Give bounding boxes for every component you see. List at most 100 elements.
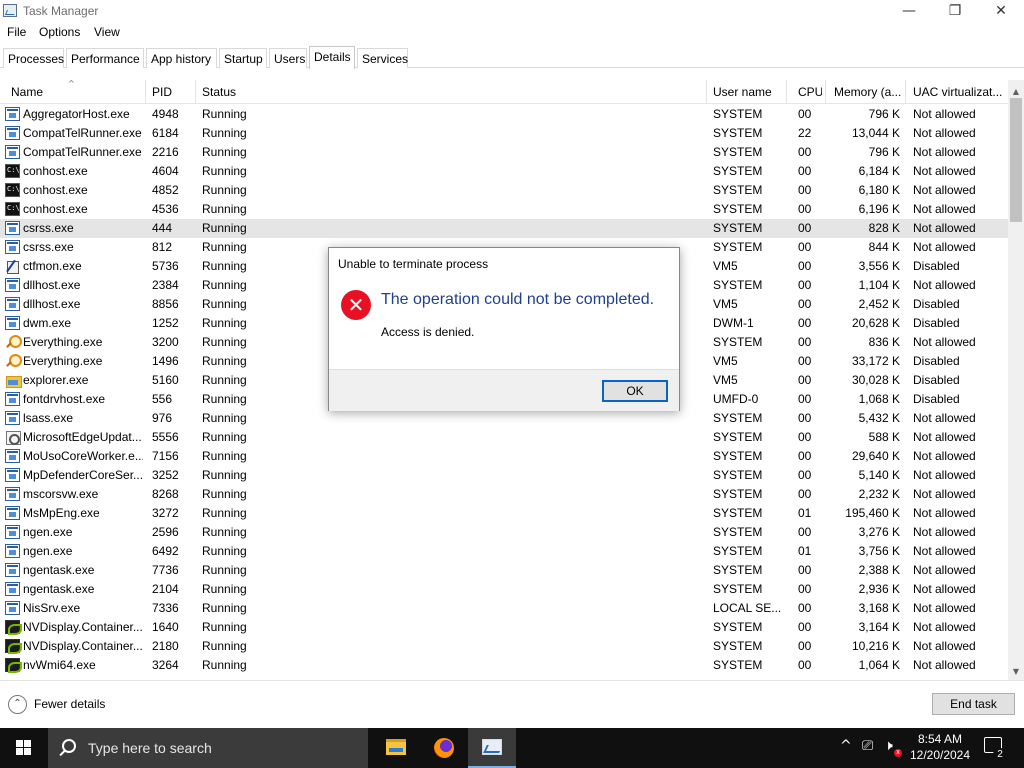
table-row[interactable]: MpDefenderCoreSer... 3252 Running SYSTEM 00 5… — [0, 466, 1008, 485]
window-app-icon — [5, 506, 20, 520]
table-row[interactable]: lsass.exe 976 Running SYSTEM 00 5,432 K Not al… — [0, 409, 1008, 428]
cell-pid: 976 — [152, 411, 173, 425]
cell-name: MoUsoCoreWorker.e... — [23, 449, 143, 463]
minimize-button[interactable]: — — [886, 0, 932, 22]
column-header-status[interactable]: Status — [202, 85, 502, 99]
column-divider[interactable] — [706, 80, 707, 104]
scroll-down-icon[interactable]: ▼ — [1008, 664, 1024, 680]
table-row[interactable]: csrss.exe 444 Running SYSTEM 00 828 K Not allo… — [0, 219, 1008, 238]
table-row[interactable]: MsMpEng.exe 3272 Running SYSTEM 01 195,460 K N… — [0, 504, 1008, 523]
cell-uac-virtualization: Disabled — [913, 297, 960, 311]
cell-cpu: 01 — [798, 544, 812, 558]
table-row[interactable]: CompatTelRunner.exe 2216 Running SYSTEM 00 79… — [0, 143, 1008, 162]
cell-user-name: LOCAL SE... — [713, 601, 782, 615]
column-divider[interactable] — [905, 80, 906, 104]
collapse-chevron-icon[interactable]: ⌃ — [8, 695, 27, 714]
cell-memory: 30,028 K — [851, 373, 900, 387]
fewer-details-link[interactable]: Fewer details — [34, 697, 105, 711]
taskbar-search-box[interactable]: Type here to search — [48, 728, 368, 768]
start-button[interactable] — [0, 728, 48, 768]
table-row[interactable]: ngentask.exe 7736 Running SYSTEM 00 2,388 K No… — [0, 561, 1008, 580]
table-row[interactable]: conhost.exe 4604 Running SYSTEM 00 6,184 K Not… — [0, 162, 1008, 181]
tab-services[interactable]: Services — [357, 48, 408, 68]
window-app-icon — [5, 297, 20, 311]
table-row[interactable]: ngen.exe 6492 Running SYSTEM 01 3,756 K Not al… — [0, 542, 1008, 561]
table-row[interactable]: conhost.exe 4852 Running SYSTEM 00 6,180 K Not… — [0, 181, 1008, 200]
table-row[interactable]: mscorsvw.exe 8268 Running SYSTEM 00 2,232 K No… — [0, 485, 1008, 504]
tab-performance[interactable]: Performance — [66, 48, 144, 68]
cell-memory: 3,556 K — [858, 259, 900, 273]
cell-status: Running — [202, 487, 247, 501]
clock[interactable]: 8:54 AM 12/20/2024 — [904, 731, 976, 763]
cell-cpu: 00 — [798, 335, 812, 349]
cell-pid: 3200 — [152, 335, 179, 349]
cell-user-name: SYSTEM — [713, 620, 763, 634]
column-header-name[interactable]: Name — [11, 85, 141, 99]
tab-processes[interactable]: Processes — [3, 48, 64, 68]
menu-options[interactable]: Options — [39, 25, 80, 39]
cell-uac-virtualization: Not allowed — [913, 620, 976, 634]
restore-button[interactable]: ❐ — [932, 0, 978, 22]
tab-startup[interactable]: Startup — [219, 48, 267, 68]
cell-cpu: 00 — [798, 639, 812, 653]
ok-button[interactable]: OK — [602, 380, 668, 402]
title-bar: Task Manager — ❐ ✕ — [0, 0, 1024, 22]
column-header-memory[interactable]: Memory (a... — [834, 85, 902, 99]
cell-memory: 828 K — [868, 221, 900, 235]
error-icon: ✕ — [341, 290, 371, 320]
cell-memory: 20,628 K — [851, 316, 900, 330]
column-header-pid[interactable]: PID — [152, 85, 192, 99]
taskbar-task-manager[interactable] — [468, 728, 516, 768]
gear-icon — [5, 430, 21, 445]
cell-memory: 588 K — [868, 430, 900, 444]
table-row[interactable]: NVDisplay.Container... 2180 Running SYSTEM 0… — [0, 637, 1008, 656]
cell-cpu: 01 — [798, 506, 812, 520]
cell-status: Running — [202, 145, 247, 159]
cell-user-name: VM5 — [713, 373, 738, 387]
column-divider[interactable] — [786, 80, 787, 104]
cell-cpu: 00 — [798, 202, 812, 216]
window-app-icon — [5, 601, 20, 615]
column-header-uac-virtualization[interactable]: UAC virtualizat... — [913, 85, 1005, 99]
table-row[interactable]: AggregatorHost.exe 4948 Running SYSTEM 00 796… — [0, 105, 1008, 124]
tab-users[interactable]: Users — [269, 48, 307, 68]
column-header-user-name[interactable]: User name — [713, 85, 783, 99]
table-row[interactable]: MoUsoCoreWorker.e... 7156 Running SYSTEM 00 2… — [0, 447, 1008, 466]
cell-pid: 2180 — [152, 639, 179, 653]
scrollbar-thumb[interactable] — [1010, 98, 1022, 222]
cell-pid: 6184 — [152, 126, 179, 140]
column-divider[interactable] — [145, 80, 146, 104]
menu-file[interactable]: File — [7, 25, 26, 39]
column-divider[interactable] — [825, 80, 826, 104]
table-row[interactable]: ngentask.exe 2104 Running SYSTEM 00 2,936 K No… — [0, 580, 1008, 599]
network-icon[interactable]: ⎚ — [862, 738, 873, 754]
volume-icon[interactable]: 🕨 — [884, 738, 893, 754]
column-header-cpu[interactable]: CPU — [798, 85, 822, 99]
cell-status: Running — [202, 449, 247, 463]
table-row[interactable]: CompatTelRunner.exe 6184 Running SYSTEM 22 13… — [0, 124, 1008, 143]
cell-memory: 1,104 K — [858, 278, 900, 292]
column-divider[interactable] — [195, 80, 196, 104]
taskbar-file-explorer[interactable] — [372, 728, 420, 768]
cell-uac-virtualization: Not allowed — [913, 164, 976, 178]
cell-status: Running — [202, 183, 247, 197]
menu-view[interactable]: View — [94, 25, 120, 39]
cell-pid: 4536 — [152, 202, 179, 216]
taskbar-firefox[interactable] — [420, 728, 468, 768]
table-row[interactable]: ngen.exe 2596 Running SYSTEM 00 3,276 K Not al… — [0, 523, 1008, 542]
cell-cpu: 00 — [798, 373, 812, 387]
tab-app-history[interactable]: App history — [146, 48, 217, 68]
tray-chevron-icon[interactable]: ^ — [840, 738, 852, 754]
close-button[interactable]: ✕ — [978, 0, 1024, 22]
table-row[interactable]: conhost.exe 4536 Running SYSTEM 00 6,196 K Not… — [0, 200, 1008, 219]
cell-name: fontdrvhost.exe — [23, 392, 106, 406]
cell-memory: 33,172 K — [851, 354, 900, 368]
table-row[interactable]: MicrosoftEdgeUpdat... 5556 Running SYSTEM 00… — [0, 428, 1008, 447]
table-row[interactable]: nvWmi64.exe 3264 Running SYSTEM 00 1,064 K Not… — [0, 656, 1008, 675]
tab-details[interactable]: Details — [309, 46, 355, 69]
cell-status: Running — [202, 202, 247, 216]
table-row[interactable]: NisSrv.exe 7336 Running LOCAL SE... 00 3,168 … — [0, 599, 1008, 618]
vertical-scrollbar[interactable]: ▲ ▼ — [1008, 80, 1024, 680]
end-task-button[interactable]: End task — [932, 693, 1015, 715]
table-row[interactable]: NVDisplay.Container... 1640 Running SYSTEM 0… — [0, 618, 1008, 637]
